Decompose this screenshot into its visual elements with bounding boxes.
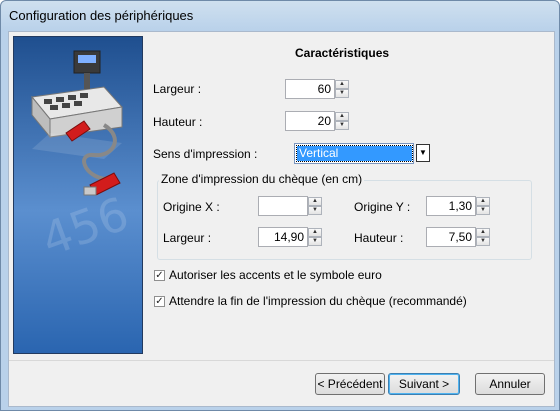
hauteur-stepper[interactable]: ▲ ▼ <box>285 111 351 131</box>
zone-largeur-stepper[interactable]: ▲ ▼ <box>258 227 324 247</box>
largeur-input[interactable] <box>285 79 335 99</box>
spin-down-icon[interactable]: ▼ <box>335 121 349 130</box>
spin-up-icon[interactable]: ▲ <box>308 197 322 206</box>
footer-divider <box>9 360 554 361</box>
spin-up-icon[interactable]: ▲ <box>308 228 322 237</box>
chevron-down-icon[interactable]: ▼ <box>416 144 430 162</box>
title-bar[interactable]: Configuration des périphériques <box>1 1 559 31</box>
origine-y-spin-buttons[interactable]: ▲ ▼ <box>476 197 490 215</box>
spin-down-icon[interactable]: ▼ <box>476 206 490 215</box>
sens-impression-select[interactable]: Vertical ▼ <box>294 143 430 164</box>
zone-largeur-input[interactable] <box>258 227 308 247</box>
select-field[interactable]: Vertical <box>294 143 414 164</box>
hauteur-input[interactable] <box>285 111 335 131</box>
section-heading: Caractéristiques <box>295 46 390 60</box>
zone-impression-title: Zone d'impression du chèque (en cm) <box>159 172 365 186</box>
spin-down-icon[interactable]: ▼ <box>308 237 322 246</box>
spin-up-icon[interactable]: ▲ <box>335 80 349 89</box>
origine-x-stepper[interactable]: ▲ ▼ <box>258 196 324 216</box>
autoriser-accents-label[interactable]: Autoriser les accents et le symbole euro <box>169 268 382 282</box>
cash-register-illustration: 456 <box>31 50 136 267</box>
attendre-fin-label[interactable]: Attendre la fin de l'impression du chèqu… <box>169 294 467 308</box>
dialog-window: Configuration des périphériques 456 Cara… <box>0 0 560 411</box>
spin-down-icon[interactable]: ▼ <box>308 206 322 215</box>
autoriser-accents-checkbox[interactable]: ✓ <box>154 270 165 281</box>
hauteur-label: Hauteur : <box>153 115 203 129</box>
side-banner: 456 <box>13 36 143 354</box>
dialog-client: 456 Caractéristiques Largeur: 60 ▲ ▼ Ha… <box>8 31 555 407</box>
zone-hauteur-label: Hauteur : <box>354 231 404 245</box>
main-content: Caractéristiques Largeur : ▲ ▼ Hauteur :… <box>149 36 549 352</box>
origine-x-input[interactable] <box>258 196 308 216</box>
window-title: Configuration des périphériques <box>9 8 194 23</box>
origine-y-input[interactable] <box>426 196 476 216</box>
hauteur-spin-buttons[interactable]: ▲ ▼ <box>335 112 349 130</box>
svg-text:456: 456 <box>35 186 136 267</box>
zone-hauteur-input[interactable] <box>426 227 476 247</box>
origine-x-spin-buttons[interactable]: ▲ ▼ <box>308 197 322 215</box>
spin-up-icon[interactable]: ▲ <box>476 197 490 206</box>
largeur-spin-buttons[interactable]: ▲ ▼ <box>335 80 349 98</box>
zone-hauteur-spin-buttons[interactable]: ▲ ▼ <box>476 228 490 246</box>
origine-y-label: Origine Y : <box>354 200 411 214</box>
zone-hauteur-stepper[interactable]: ▲ ▼ <box>426 227 492 247</box>
largeur-label: Largeur : <box>153 82 202 96</box>
precedent-button[interactable]: < Précédent <box>315 373 385 395</box>
footer-buttons: < Précédent Suivant > Annuler <box>9 373 554 395</box>
spin-down-icon[interactable]: ▼ <box>335 89 349 98</box>
sens-impression-label: Sens d'impression : <box>153 147 258 161</box>
zone-impression-group <box>157 180 532 260</box>
select-value: Vertical <box>296 145 413 162</box>
suivant-button[interactable]: Suivant > <box>388 373 460 395</box>
attendre-fin-checkbox[interactable]: ✓ <box>154 296 165 307</box>
zone-largeur-spin-buttons[interactable]: ▲ ▼ <box>308 228 322 246</box>
spin-up-icon[interactable]: ▲ <box>335 112 349 121</box>
largeur-stepper[interactable]: ▲ ▼ <box>285 79 351 99</box>
origine-x-label: Origine X : <box>163 200 220 214</box>
spin-up-icon[interactable]: ▲ <box>476 228 490 237</box>
annuler-button[interactable]: Annuler <box>475 373 545 395</box>
zone-largeur-label: Largeur : <box>163 231 212 245</box>
origine-y-stepper[interactable]: ▲ ▼ <box>426 196 492 216</box>
spin-down-icon[interactable]: ▼ <box>476 237 490 246</box>
